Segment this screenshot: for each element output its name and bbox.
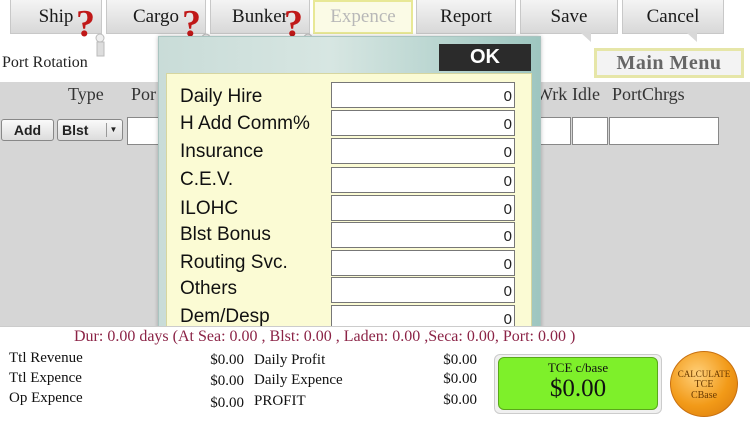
cancel-button[interactable]: Cancel xyxy=(622,0,724,42)
column-idle: Idle xyxy=(572,84,600,104)
others-label: Others xyxy=(180,278,238,299)
profit-label: PROFIT xyxy=(254,393,306,409)
type-select[interactable]: Blst ▼ xyxy=(57,119,123,141)
tab-label: Cancel xyxy=(646,5,700,27)
tab-report[interactable]: Report xyxy=(416,0,516,34)
main-menu-button[interactable]: Main Menu xyxy=(594,48,744,78)
column-port: Por xyxy=(131,84,157,104)
save-button[interactable]: Save xyxy=(520,0,618,42)
daily-profit-value: $0.00 xyxy=(443,352,477,368)
routing-svc-label: Routing Svc. xyxy=(180,252,288,273)
tce-label: TCE c/base xyxy=(547,360,609,375)
insurance-label: Insurance xyxy=(180,141,264,162)
cev-label: C.E.V. xyxy=(180,169,234,190)
tce-value: $0.00 xyxy=(549,375,607,402)
routing-svc-field[interactable]: 0 xyxy=(331,250,515,276)
port-charges-field[interactable] xyxy=(609,117,719,145)
blst-bonus-label: Blst Bonus xyxy=(180,224,271,245)
h-add-comm-label: H Add Comm% xyxy=(180,113,310,134)
wrk-field[interactable] xyxy=(540,117,571,145)
chevron-down-icon: ▼ xyxy=(106,123,120,137)
tab-label: Bunker xyxy=(232,5,288,27)
tab-expence[interactable]: Expence xyxy=(313,0,413,34)
tab-tail xyxy=(687,33,697,42)
ttl-expence-label: Ttl Expence xyxy=(9,370,82,386)
ilohc-label: ILOHC xyxy=(180,198,239,219)
insurance-field[interactable]: 0 xyxy=(331,138,515,164)
tab-ship[interactable]: Ship xyxy=(10,0,102,34)
column-portchrgs: PortChrgs xyxy=(612,84,685,104)
tab-label: Ship xyxy=(38,5,74,27)
calculate-tce-button[interactable]: CALCULATE TCE CBase xyxy=(670,351,738,417)
tab-cargo[interactable]: Cargo xyxy=(106,0,206,34)
duration-text: Dur: 0.00 days (At Sea: 0.00 , Blst: 0.0… xyxy=(74,328,576,345)
calc-label-2: TCE xyxy=(694,379,714,390)
profit-value: $0.00 xyxy=(443,392,477,408)
daily-expence-value: $0.00 xyxy=(443,371,477,387)
tab-label: Report xyxy=(440,5,492,27)
dem-desp-label: Dem/Desp xyxy=(180,306,270,327)
tab-label: Cargo xyxy=(132,5,180,27)
add-port-button[interactable]: Add xyxy=(1,119,54,141)
ok-button[interactable]: OK xyxy=(439,44,531,71)
ttl-expence-value: $0.00 xyxy=(210,373,244,389)
tab-label: Save xyxy=(550,5,588,27)
op-expence-value: $0.00 xyxy=(210,395,244,411)
daily-hire-label: Daily Hire xyxy=(180,86,263,107)
daily-profit-label: Daily Profit xyxy=(254,352,326,368)
column-type: Type xyxy=(68,84,104,104)
idle-field[interactable] xyxy=(572,117,608,145)
tab-label: Expence xyxy=(330,6,396,27)
tab-tail xyxy=(581,33,591,42)
op-expence-label: Op Expence xyxy=(9,390,83,406)
ttl-revenue-label: Ttl Revenue xyxy=(9,350,83,366)
ilohc-field[interactable]: 0 xyxy=(331,195,515,221)
ttl-revenue-value: $0.00 xyxy=(210,352,244,368)
h-add-comm-field[interactable]: 0 xyxy=(331,110,515,136)
port-rotation-label: Port Rotation xyxy=(2,54,88,71)
daily-hire-field[interactable]: 0 xyxy=(331,82,515,108)
cev-field[interactable]: 0 xyxy=(331,167,515,193)
blst-bonus-field[interactable]: 0 xyxy=(331,222,515,248)
calc-label-3: CBase xyxy=(690,390,718,401)
type-select-value: Blst xyxy=(62,122,89,138)
daily-expence-label: Daily Expence xyxy=(254,372,343,388)
calc-label-1: CALCULATE xyxy=(677,369,731,379)
others-field[interactable]: 0 xyxy=(331,277,515,303)
tab-bunker[interactable]: Bunker xyxy=(210,0,310,34)
